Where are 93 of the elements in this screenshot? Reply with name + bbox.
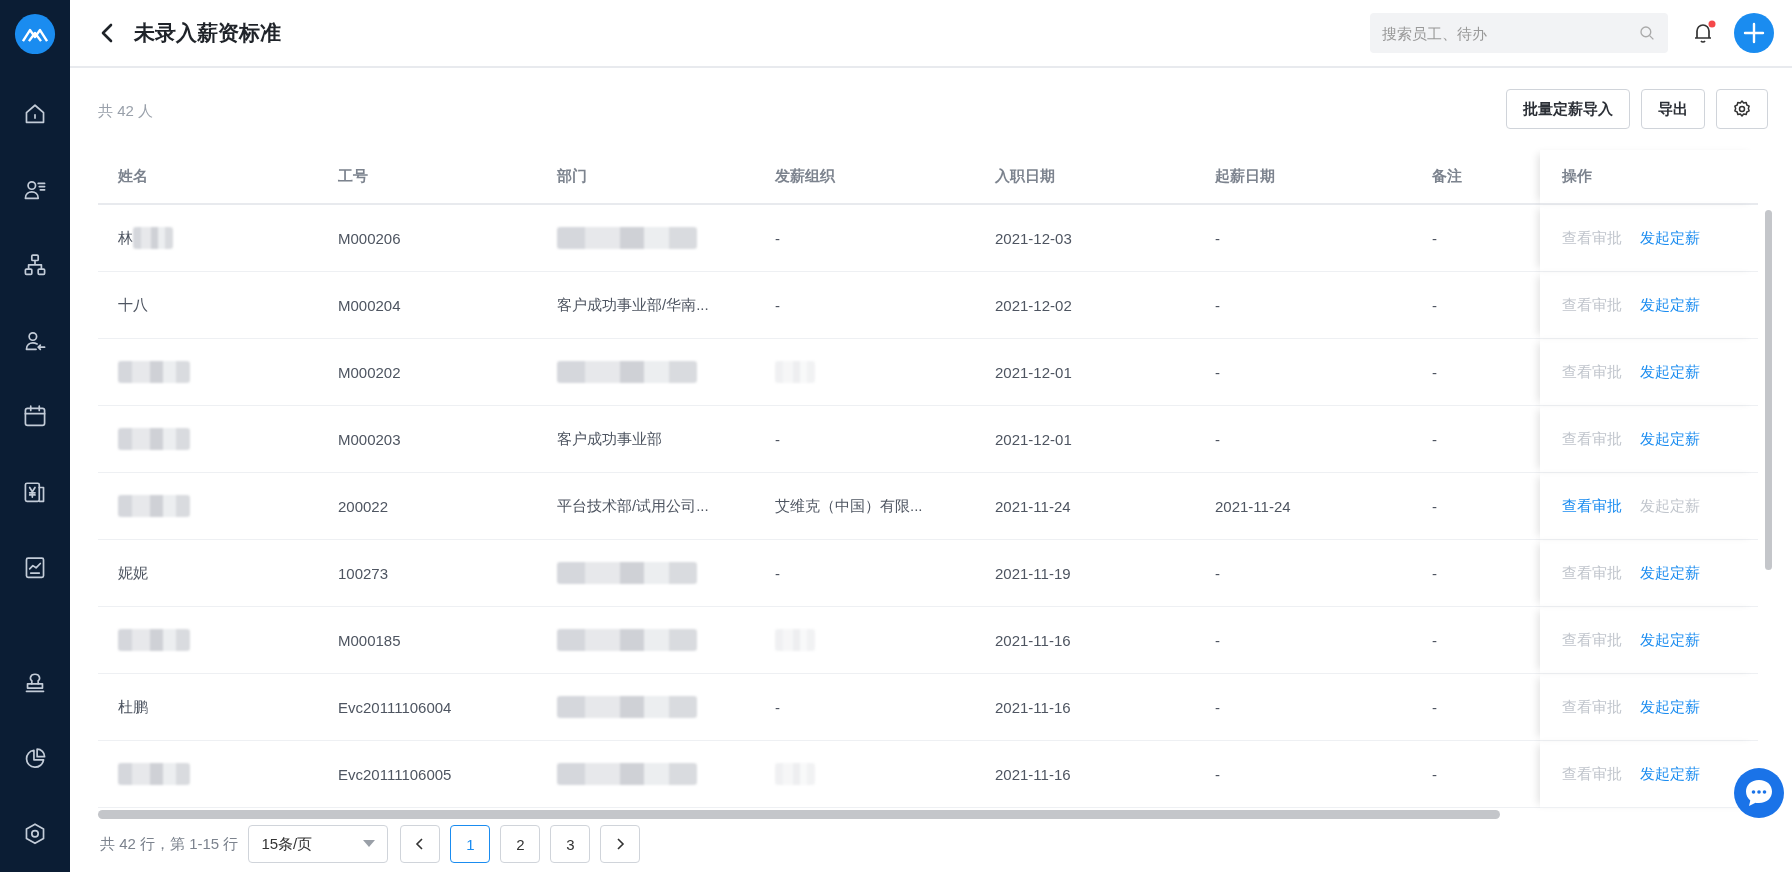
table-cell: - [1432, 296, 1437, 314]
vertical-scrollbar[interactable] [1765, 210, 1772, 570]
table-cell: - [1432, 765, 1437, 783]
page-button[interactable]: 2 [500, 825, 541, 863]
toolbar-button[interactable]: 导出 [1641, 89, 1705, 129]
table-cell: M000204 [338, 296, 401, 314]
table-cell: 2021-11-24 [995, 497, 1071, 515]
table-cell: 2021-12-01 [995, 430, 1072, 448]
table-cell: Evc20111106004 [338, 698, 452, 716]
column-header: 部门 [557, 167, 587, 186]
table-cell: 妮妮 [118, 563, 148, 583]
table-cell: - [775, 698, 780, 716]
settings-icon [1732, 99, 1752, 119]
table-cell: - [1215, 631, 1220, 649]
table-cell: - [1432, 229, 1437, 247]
column-header: 姓名 [118, 167, 148, 186]
table-cell: - [1432, 363, 1437, 381]
table-cell: 2021-12-03 [995, 229, 1072, 247]
column-header: 入职日期 [995, 167, 1055, 186]
blurred-text [118, 629, 190, 651]
blurred-text [133, 227, 173, 249]
table-cell: - [775, 564, 780, 582]
page-button[interactable]: 1 [450, 825, 491, 863]
add-button[interactable] [1734, 13, 1774, 53]
page-title: 未录入薪资标准 [134, 20, 282, 46]
table-cell: 客户成功事业部/华南... [557, 295, 709, 315]
table-cell: - [1215, 698, 1220, 716]
action-link[interactable]: 发起定薪 [1640, 295, 1700, 315]
table-cell: - [775, 296, 780, 314]
settings-button[interactable] [1716, 89, 1768, 129]
column-header: 备注 [1432, 167, 1462, 186]
table-cell: 200022 [338, 497, 389, 515]
table-cell: - [775, 430, 780, 448]
employee-count: 共 42 人 [98, 100, 155, 121]
table-cell: - [1215, 229, 1220, 247]
blurred-text [118, 763, 190, 785]
table-cell: 2021-12-02 [995, 296, 1072, 314]
action-link[interactable]: 发起定薪 [1640, 563, 1700, 583]
table-cell: 2021-11-24 [1215, 497, 1291, 515]
table-cell: - [1432, 430, 1437, 448]
table-cell: - [1215, 564, 1220, 582]
action-link[interactable]: 发起定薪 [1640, 228, 1700, 248]
table-cell: 2021-11-16 [995, 765, 1071, 783]
search-field[interactable]: 搜索员工、待办 [1370, 13, 1668, 53]
table-cell: 2021-11-16 [995, 698, 1071, 716]
table-cell: - [775, 229, 780, 247]
chevron-left-icon [415, 838, 426, 850]
table-cell: M000185 [338, 631, 401, 649]
column-header: 发薪组织 [775, 167, 835, 186]
table-cell: - [1432, 698, 1437, 716]
table-cell: Evc20111106005 [338, 765, 452, 783]
action-link[interactable]: 发起定薪 [1640, 764, 1700, 784]
action-link[interactable]: 发起定薪 [1640, 362, 1700, 382]
table-cell: M000202 [338, 363, 401, 381]
column-header: 工号 [338, 167, 368, 186]
table-cell: - [1215, 765, 1220, 783]
logo-icon[interactable] [13, 14, 57, 55]
search-icon [1638, 24, 1656, 42]
table-cell: 林 [118, 228, 133, 248]
table-cell: 100273 [338, 564, 389, 582]
column-header: 操作 [1562, 167, 1592, 186]
table-cell: - [1432, 497, 1437, 515]
table-cell: 2021-11-16 [995, 631, 1071, 649]
column-header: 起薪日期 [1215, 167, 1275, 186]
table-cell: M000206 [338, 229, 401, 247]
table-cell: - [1215, 430, 1220, 448]
table-cell: 杜鹏 [118, 697, 148, 717]
table-cell: M000203 [338, 430, 401, 448]
table-cell: 艾维克（中国）有限... [775, 496, 923, 516]
table-cell: 客户成功事业部 [557, 429, 662, 449]
blurred-text [118, 495, 190, 517]
chevron-right-icon [615, 838, 626, 850]
action-link[interactable]: 查看审批 [1562, 496, 1622, 516]
table-cell: - [1215, 363, 1220, 381]
toolbar-button[interactable]: 批量定薪导入 [1506, 89, 1630, 129]
table-cell: 十八 [118, 295, 148, 315]
blurred-text [118, 428, 190, 450]
blurred-text [118, 361, 190, 383]
pagination-summary: 共 42 行，第 1-15 行 [100, 834, 239, 854]
action-link[interactable]: 发起定薪 [1640, 630, 1700, 650]
action-link[interactable]: 发起定薪 [1640, 429, 1700, 449]
page-button[interactable]: 3 [550, 825, 591, 863]
table-cell: 2021-11-19 [995, 564, 1071, 582]
caret-icon [363, 840, 376, 848]
page-size-select[interactable]: 15条/页 [248, 825, 389, 863]
table-cell: - [1432, 631, 1437, 649]
table-cell: - [1432, 564, 1437, 582]
action-link[interactable]: 发起定薪 [1640, 697, 1700, 717]
chat-button[interactable] [1734, 768, 1784, 818]
horizontal-scrollbar[interactable] [98, 810, 1500, 819]
table-cell: 平台技术部/试用公司... [557, 496, 709, 516]
table-cell: 2021-12-01 [995, 363, 1072, 381]
table-cell: - [1215, 296, 1220, 314]
